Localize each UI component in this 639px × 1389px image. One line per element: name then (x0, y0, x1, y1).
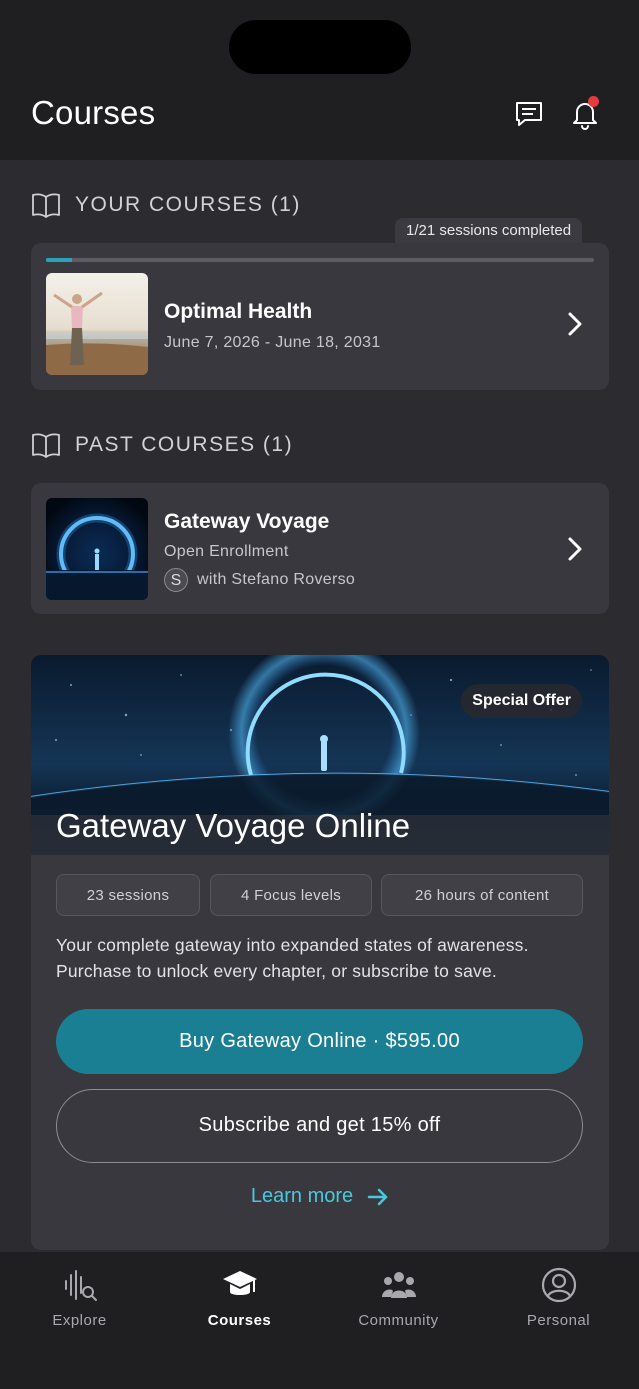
course-thumbnail (46, 273, 148, 375)
chevron-right-icon[interactable] (566, 311, 584, 337)
special-offer-card: Special Offer Gateway Voyage Online 23 s… (31, 655, 609, 1250)
tab-label: Community (358, 1312, 439, 1329)
past-course-card[interactable]: Gateway Voyage Open Enrollment S with St… (31, 483, 609, 614)
explore-icon (64, 1270, 97, 1301)
tab-label: Courses (207, 1312, 272, 1329)
sessions-completed-badge: 1/21 sessions completed (395, 218, 583, 244)
tab-label: Explore (52, 1312, 107, 1329)
subscribe-button[interactable]: Subscribe and get 15% off (56, 1089, 583, 1163)
tab-personal[interactable]: Personal (479, 1266, 638, 1329)
notification-badge (588, 96, 599, 107)
chevron-right-icon[interactable] (566, 536, 584, 562)
community-icon (381, 1272, 416, 1298)
course-progress-fill (46, 258, 73, 262)
section-heading-label: PAST COURSES (1) (75, 433, 294, 456)
promo-description: Your complete gateway into expanded stat… (56, 933, 586, 984)
course-thumbnail (46, 498, 148, 600)
tab-courses[interactable]: Courses (160, 1266, 319, 1329)
course-status: Open Enrollment (164, 543, 289, 560)
feature-chip: 23 sessions (56, 874, 200, 916)
learn-more-link[interactable]: Learn more (31, 1185, 609, 1208)
tab-label: Personal (526, 1312, 591, 1329)
course-instructor: with Stefano Roverso (197, 571, 356, 588)
graduation-cap-icon (222, 1271, 257, 1295)
promo-description-line: Your complete gateway into expanded stat… (56, 935, 529, 955)
bottom-tab-bar: Explore Courses Community Personal (0, 1252, 639, 1389)
promo-title: Gateway Voyage Online (56, 807, 411, 844)
current-course-card[interactable]: Optimal Health June 7, 2026 - June 18, 2… (31, 243, 609, 390)
section-heading-label: YOUR COURSES (1) (75, 193, 301, 216)
tab-community[interactable]: Community (319, 1266, 478, 1329)
course-progress-bar (46, 258, 594, 262)
page-title: Courses (31, 94, 156, 131)
course-dates: June 7, 2026 - June 18, 2031 (164, 334, 381, 351)
course-title: Optimal Health (164, 300, 313, 323)
promo-description-line: Purchase to unlock every chapter, or sub… (56, 960, 497, 981)
book-icon (32, 433, 60, 458)
messages-icon[interactable] (513, 98, 545, 130)
feature-chip: 26 hours of content (381, 874, 583, 916)
instructor-avatar: S (164, 568, 188, 592)
course-title: Gateway Voyage (164, 510, 330, 533)
past-courses-heading: PAST COURSES (1) (31, 432, 293, 458)
learn-more-label: Learn more (250, 1185, 354, 1207)
tab-explore[interactable]: Explore (0, 1266, 159, 1329)
person-icon (541, 1267, 576, 1303)
device-notch (229, 20, 411, 74)
arrow-right-icon (367, 1188, 388, 1205)
buy-course-button[interactable]: Buy Gateway Online · $595.00 (56, 1009, 583, 1074)
notifications-bell-icon[interactable] (569, 96, 601, 130)
special-offer-badge: Special Offer (461, 684, 582, 718)
app-header: Courses (0, 0, 639, 160)
your-courses-heading: YOUR COURSES (1) (31, 192, 301, 218)
feature-chip: 4 Focus levels (210, 874, 372, 916)
book-icon (32, 193, 60, 218)
